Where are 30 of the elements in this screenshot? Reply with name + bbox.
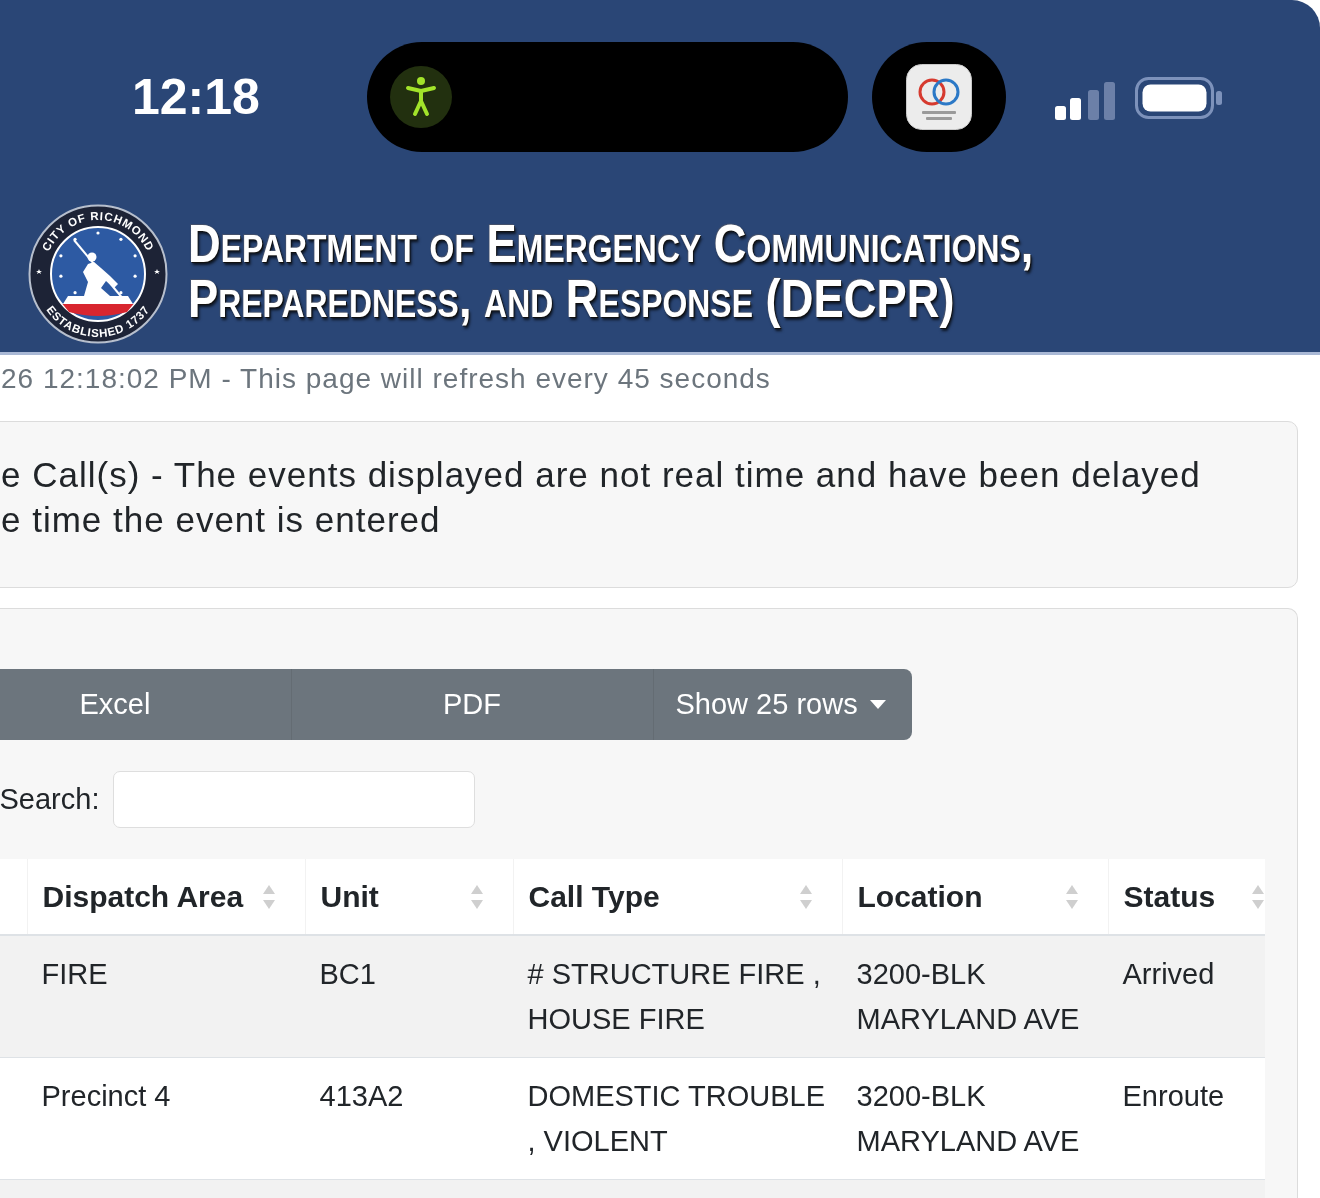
table-cell-text: 413A2	[318, 1079, 405, 1114]
department-title: Department of Emergency Communications, Preparedness, and Response (DECPR)	[188, 216, 1034, 326]
table-cell-text: BC1	[318, 957, 377, 992]
refresh-notice: 26 12:18:02 PM - This page will refresh every 45 seconds	[0, 362, 771, 396]
search-label: Search:	[0, 783, 100, 816]
column-header[interactable]: Call Type	[512, 859, 842, 934]
table-cell-text: Enroute	[1121, 1079, 1226, 1114]
interlocking-rings-icon	[906, 64, 972, 130]
battery-icon	[1135, 77, 1223, 119]
caret-icon	[869, 700, 886, 709]
alert-text: e Call(s) - The events displayed are not real time and have been delayed	[1, 454, 1201, 496]
accessibility-icon	[390, 66, 452, 128]
table-cell-text: FIRE	[40, 957, 109, 992]
status-time: 12:18	[131, 68, 261, 127]
export-button[interactable]: Excel	[0, 669, 292, 740]
column-header[interactable]: Status	[1107, 859, 1265, 934]
signal-icon	[1055, 82, 1115, 120]
table-cell-text: DOMESTIC TROUBLE , VIOLENT	[526, 1079, 827, 1159]
column-header[interactable]: Location	[841, 859, 1108, 934]
search-field[interactable]	[113, 771, 476, 828]
column-header[interactable]: Dispatch Area	[26, 859, 305, 934]
table-cell-text: Arrived	[1121, 957, 1216, 992]
page-length-dropdown[interactable]: Show 25 rows	[653, 669, 912, 740]
alert-text: e time the event is entered	[1, 499, 441, 541]
table-cell-text: 3200-BLK MARYLAND AVE	[855, 957, 1081, 1037]
table-cell-text: Precinct 4	[40, 1079, 172, 1114]
table-cell-text: # STRUCTURE FIRE , HOUSE FIRE	[526, 957, 822, 1037]
column-header[interactable]: Unit	[304, 859, 513, 934]
table-cell-text: 3200-BLK MARYLAND AVE	[855, 1079, 1081, 1159]
export-button[interactable]: PDF	[291, 669, 654, 740]
